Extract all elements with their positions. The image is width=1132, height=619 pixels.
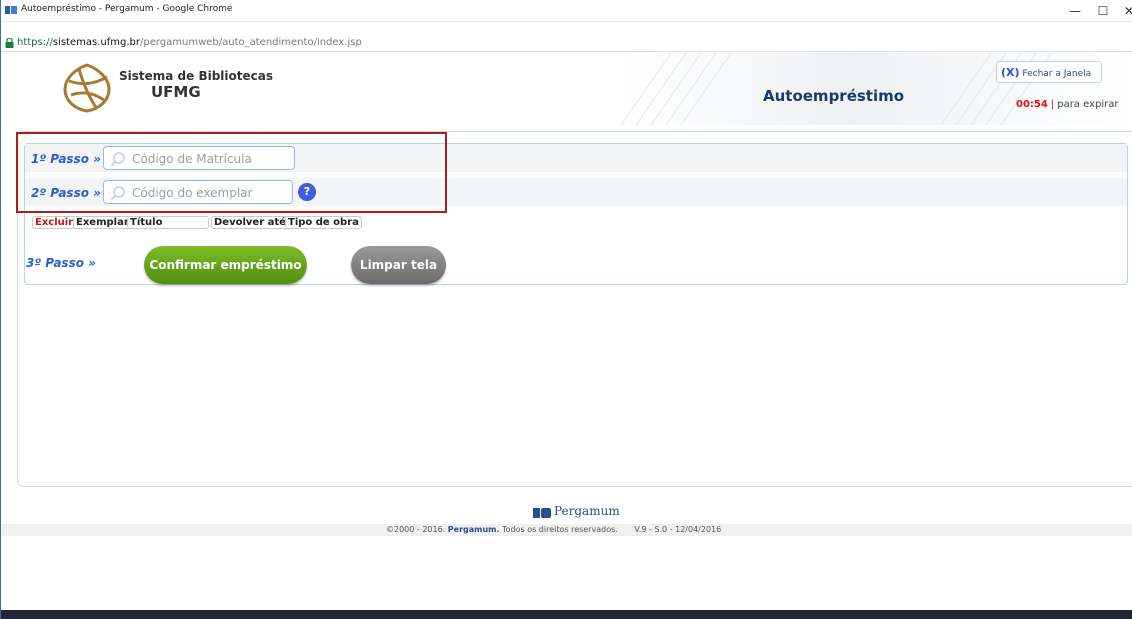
column-header-exemplar: Exemplar — [73, 216, 132, 229]
column-header-tipo: Tipo de obra — [285, 216, 362, 229]
copyright-brand: Pergamum. — [447, 525, 500, 534]
url-path: /pergamumweb/auto_atendimento/index.jsp — [139, 37, 362, 48]
confirm-loan-button[interactable]: Confirmar empréstimo — [144, 246, 307, 284]
close-button[interactable]: ✕ — [1117, 2, 1132, 20]
page-title: Autoempréstimo — [763, 87, 905, 105]
logo-line2: UFMG — [151, 83, 201, 101]
url-text[interactable]: https://sistemas.ufmg.br/pergamumweb/aut… — [17, 37, 362, 48]
url-scheme: https:// — [17, 37, 53, 48]
title-bar: Autoempréstimo - Pergamum - Google Chrom… — [1, 0, 1132, 22]
timer-separator: | — [1050, 99, 1055, 110]
close-x-icon: (X) — [1001, 66, 1020, 79]
page-header: Sistema de Bibliotecas UFMG Autoemprésti… — [1, 53, 1132, 125]
highlight-box — [16, 132, 447, 213]
column-header-devolver: Devolver até — [211, 216, 289, 229]
logo-line1: Sistema de Bibliotecas — [119, 69, 274, 83]
browser-window: Autoempréstimo - Pergamum - Google Chrom… — [0, 0, 1132, 619]
address-bar[interactable]: https://sistemas.ufmg.br/pergamumweb/aut… — [1, 34, 1132, 52]
timer-value: 00:54 — [1016, 99, 1048, 110]
close-window-button[interactable]: (X) Fechar a Janela — [996, 61, 1102, 83]
timer-label: para expirar — [1057, 99, 1119, 110]
clear-screen-button[interactable]: Limpar tela — [351, 246, 446, 284]
lock-icon — [5, 38, 14, 48]
maximize-button[interactable]: ☐ — [1091, 2, 1115, 20]
minimize-button[interactable]: — — [1063, 2, 1087, 20]
footer-brand: Pergamum — [554, 504, 620, 518]
column-header-excluir: Excluir — [32, 216, 77, 229]
pergamum-favicon-icon — [5, 6, 17, 14]
ufmg-logo-icon — [63, 63, 111, 113]
version-text: V.9 - S.0 - 12/04/2016 — [634, 525, 722, 534]
url-host: sistemas.ufmg.br — [52, 37, 140, 48]
copyright-suffix: Todos os direitos reservados. — [502, 525, 618, 534]
footer-copyright: ©2000 - 2016. Pergamum. Todos os direito… — [386, 525, 721, 534]
step3-label: 3º Passo » — [26, 256, 96, 270]
os-taskbar — [1, 610, 1132, 619]
column-header-titulo: Título — [127, 216, 209, 229]
window-title: Autoempréstimo - Pergamum - Google Chrom… — [21, 4, 233, 14]
copyright-prefix: ©2000 - 2016. — [386, 525, 446, 534]
close-window-label: Fechar a Janela — [1022, 69, 1092, 79]
session-timer: 00:54 | para expirar — [1016, 99, 1118, 110]
